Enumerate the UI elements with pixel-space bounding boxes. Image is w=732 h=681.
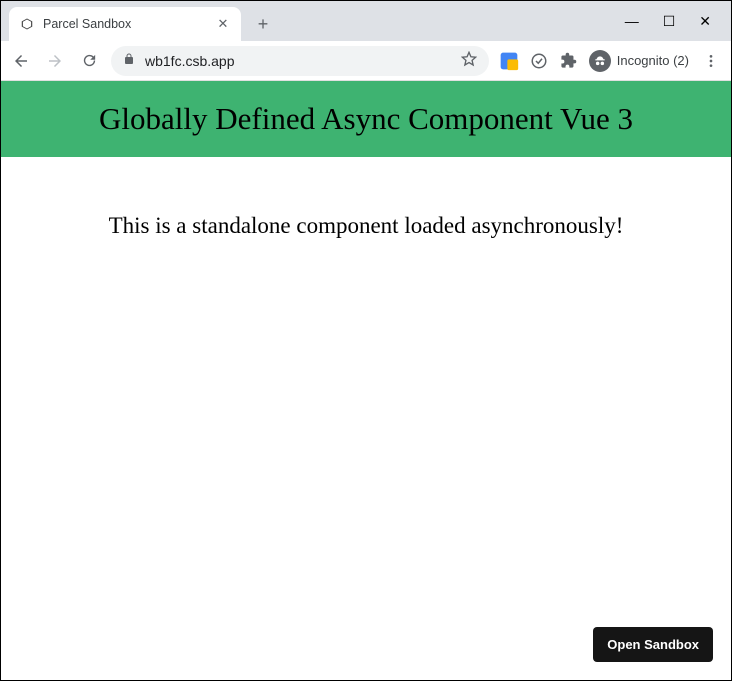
new-tab-button[interactable]: +: [249, 10, 277, 38]
page-header: Globally Defined Async Component Vue 3: [1, 81, 731, 157]
address-bar[interactable]: wb1fc.csb.app: [111, 46, 489, 76]
extensions-icon[interactable]: [559, 51, 579, 71]
reload-button[interactable]: [77, 49, 101, 73]
favicon-icon: [19, 16, 35, 32]
incognito-icon: [589, 50, 611, 72]
menu-button[interactable]: [699, 49, 723, 73]
tab-title: Parcel Sandbox: [43, 17, 207, 31]
page-content: Globally Defined Async Component Vue 3 T…: [1, 81, 731, 680]
incognito-badge[interactable]: Incognito (2): [589, 50, 689, 72]
forward-button[interactable]: [43, 49, 67, 73]
titlebar: Parcel Sandbox ✕ + — ☐ ✕: [1, 1, 731, 41]
window-close-button[interactable]: ✕: [699, 13, 711, 30]
browser-tab[interactable]: Parcel Sandbox ✕: [9, 7, 241, 41]
window-controls: — ☐ ✕: [625, 1, 725, 41]
browser-toolbar: wb1fc.csb.app Incognito (2): [1, 41, 731, 81]
open-sandbox-button[interactable]: Open Sandbox: [593, 627, 713, 662]
incognito-label: Incognito (2): [617, 53, 689, 68]
maximize-button[interactable]: ☐: [663, 13, 676, 30]
minimize-button[interactable]: —: [625, 13, 639, 29]
url-text: wb1fc.csb.app: [145, 53, 451, 69]
extension-circle-icon[interactable]: [529, 51, 549, 71]
bookmark-icon[interactable]: [461, 51, 477, 70]
extension-translate-icon[interactable]: [499, 51, 519, 71]
tab-close-icon[interactable]: ✕: [215, 16, 231, 32]
lock-icon: [123, 53, 135, 68]
page-body-text: This is a standalone component loaded as…: [1, 157, 731, 239]
back-button[interactable]: [9, 49, 33, 73]
page-heading: Globally Defined Async Component Vue 3: [11, 101, 721, 137]
